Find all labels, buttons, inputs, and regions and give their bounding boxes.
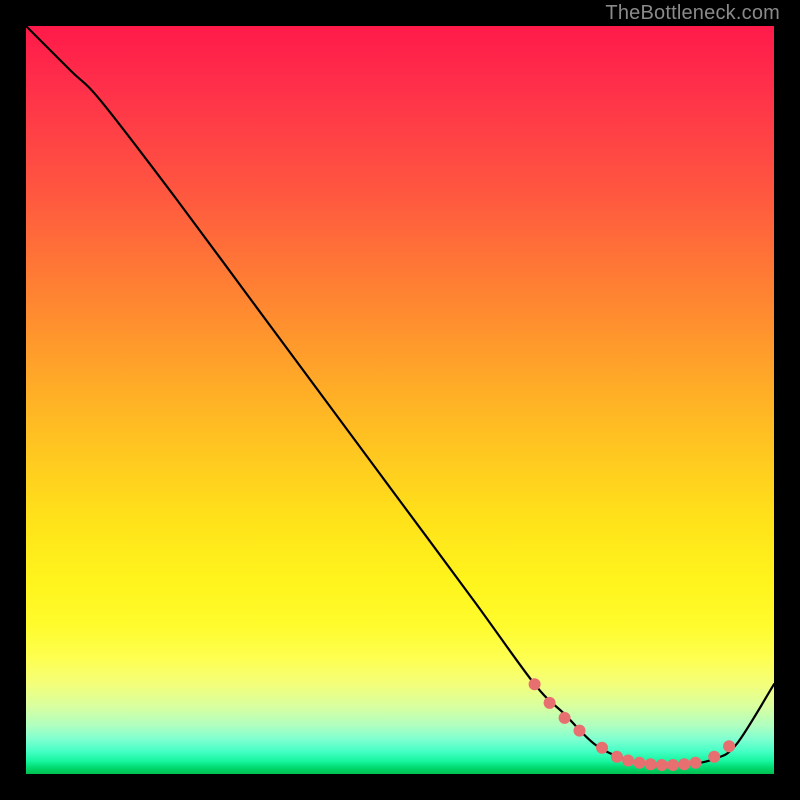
highlight-dot	[690, 757, 702, 769]
watermark-text: TheBottleneck.com	[605, 2, 780, 25]
highlight-dot	[667, 759, 679, 771]
highlight-dot	[723, 740, 735, 752]
highlight-dots-group	[529, 678, 736, 771]
highlight-dot	[656, 759, 668, 771]
highlight-dot	[559, 712, 571, 724]
highlight-dot	[708, 751, 720, 763]
highlight-dot	[596, 742, 608, 754]
highlight-dot	[529, 678, 541, 690]
highlight-dot	[611, 751, 623, 763]
highlight-dot	[678, 758, 690, 770]
chart-plot-area	[26, 26, 774, 774]
highlight-dot	[633, 757, 645, 769]
bottleneck-curve	[26, 26, 774, 766]
highlight-dot	[622, 755, 634, 767]
chart-frame: TheBottleneck.com	[0, 0, 800, 800]
highlight-dot	[645, 758, 657, 770]
highlight-dot	[574, 725, 586, 737]
highlight-dot	[544, 697, 556, 709]
chart-svg	[26, 26, 774, 774]
